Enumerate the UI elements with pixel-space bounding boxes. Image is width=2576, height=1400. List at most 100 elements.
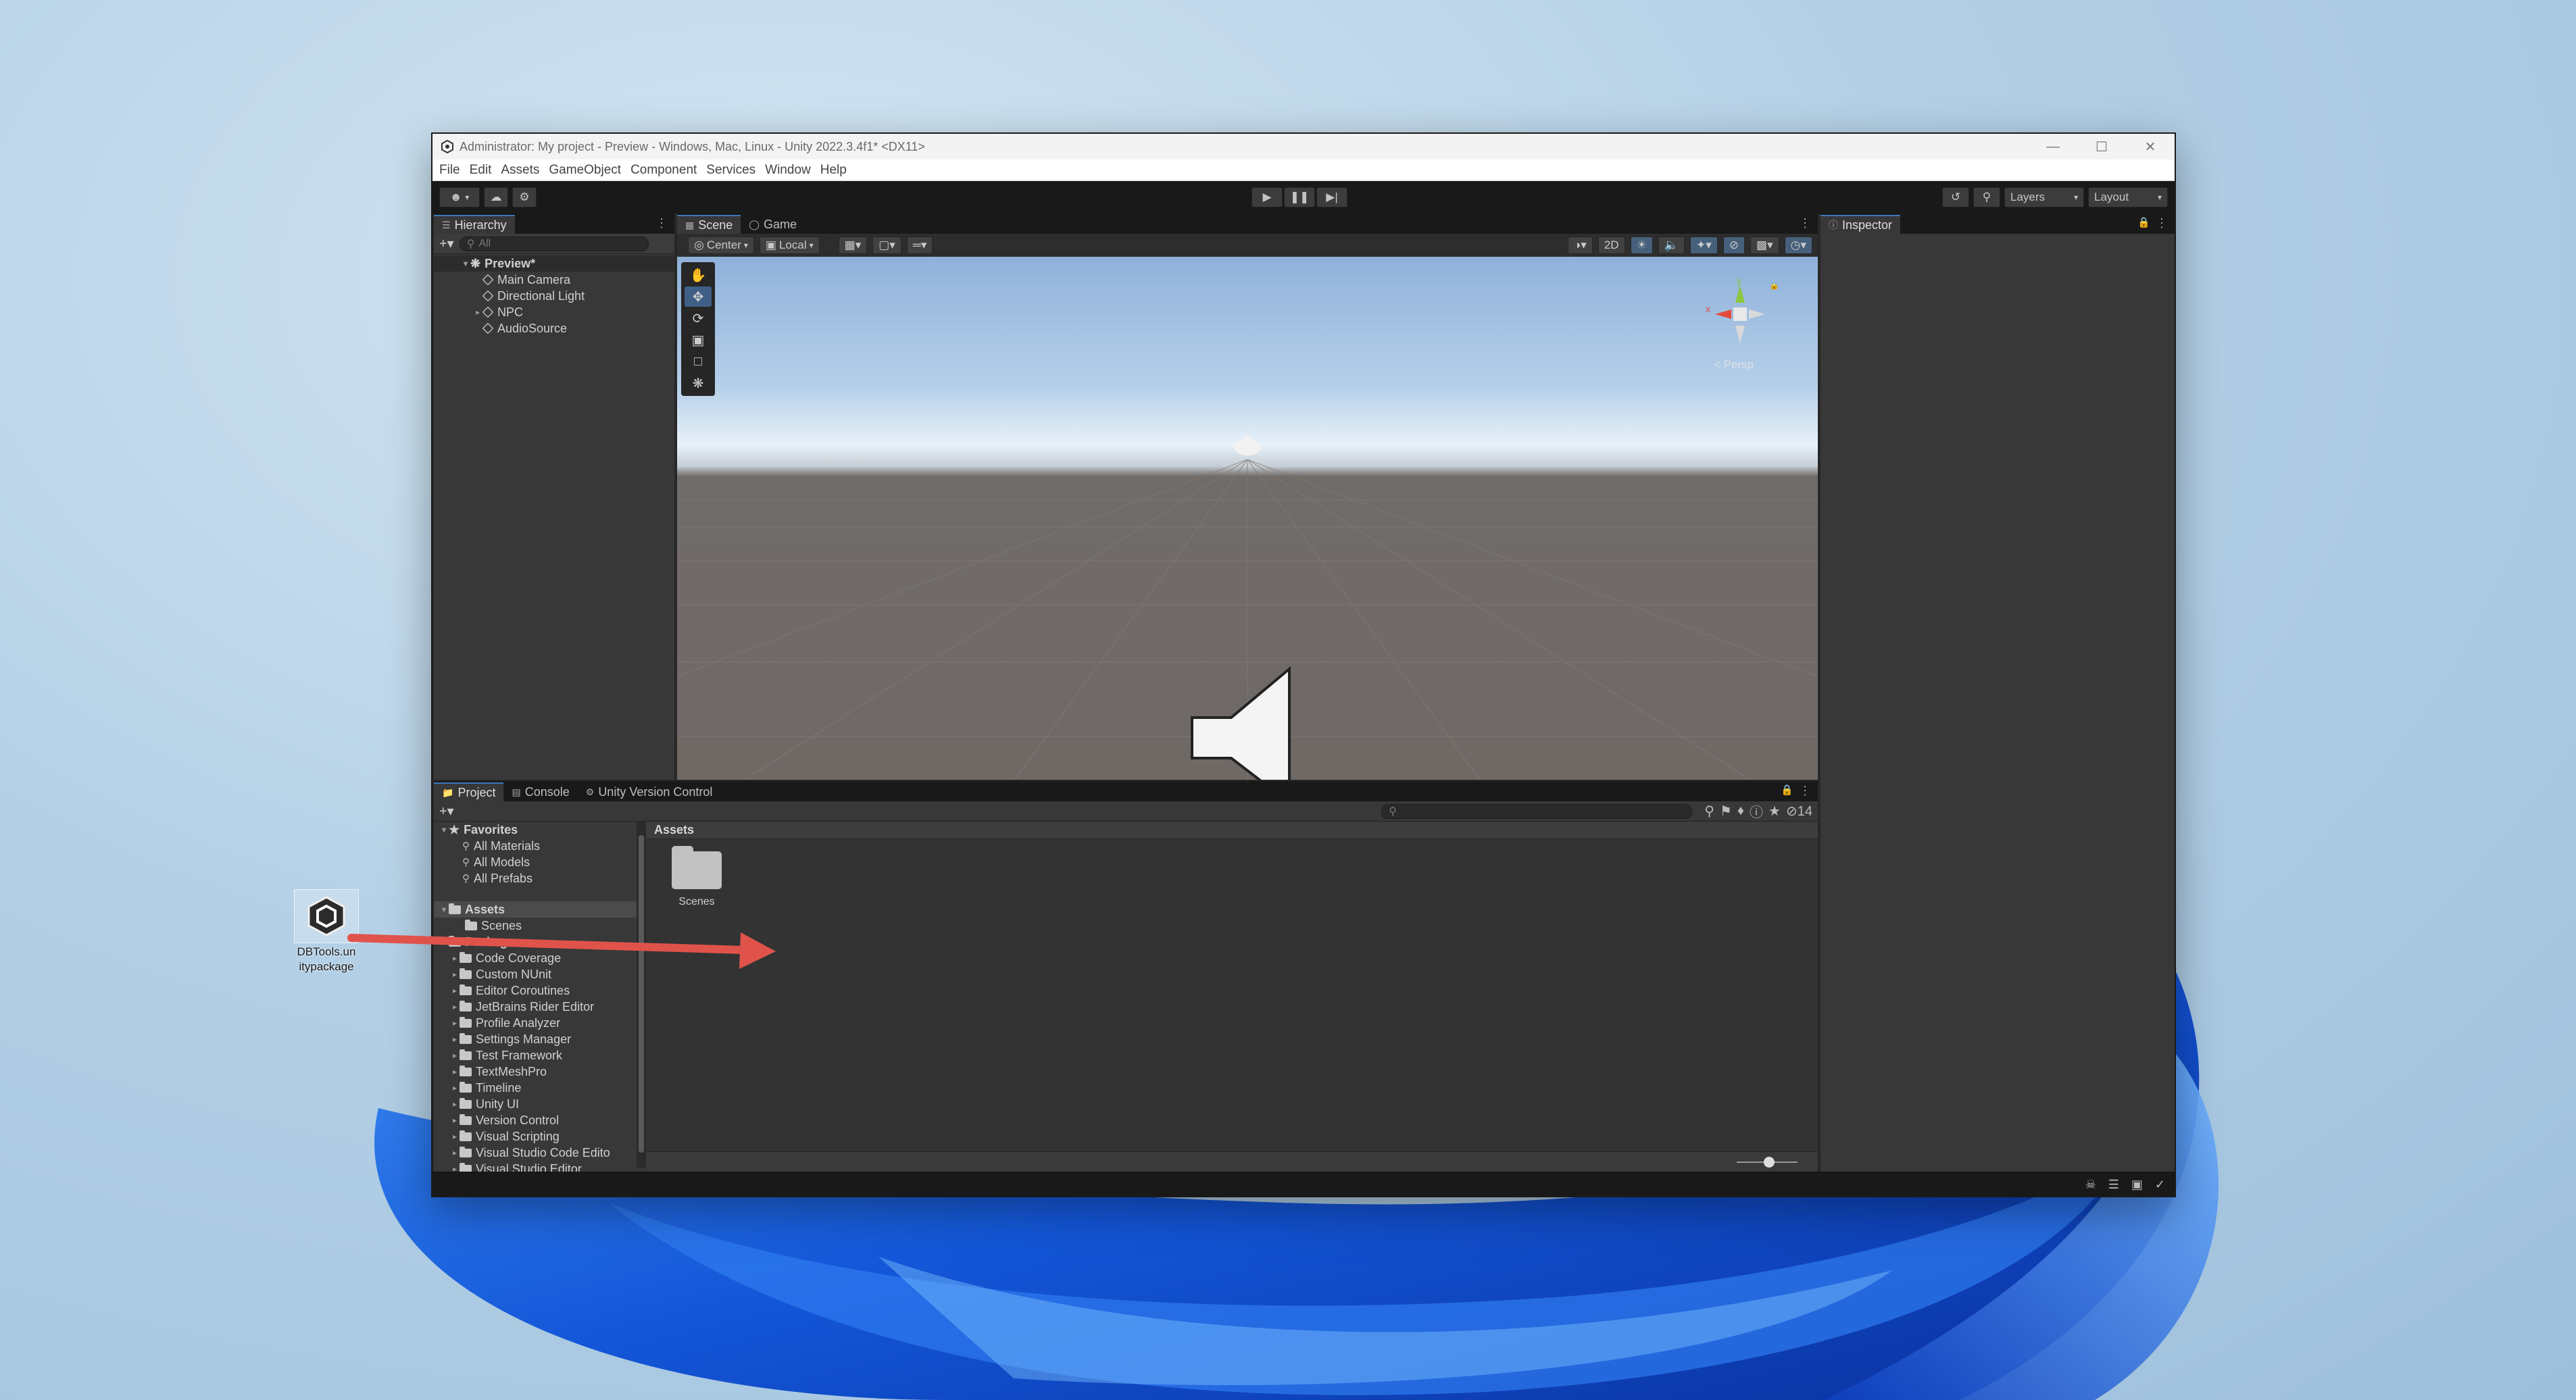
package-item[interactable]: ▸ Version Control [434,1112,637,1128]
ruler-button[interactable]: ═▾ [906,236,933,254]
menu-component[interactable]: Component [630,163,697,178]
title-bar[interactable]: Administrator: My project - Preview - Wi… [432,134,2175,159]
menu-help[interactable]: Help [820,163,847,178]
network-icon[interactable]: ▣ [2131,1178,2143,1192]
account-button[interactable]: ☻ ▾ [439,187,480,207]
info-icon[interactable]: ⓘ [1750,801,1763,821]
favorites-row[interactable]: ▾ ★ Favorites [434,822,637,838]
close-button[interactable]: ✕ [2126,134,2175,159]
more-options-icon[interactable]: ⋮ [2156,216,2168,230]
pivot-dropdown[interactable]: ◎ Center ▾ [688,236,754,254]
hierarchy-search-input[interactable]: ⚲ All [459,236,649,251]
package-item[interactable]: ▸ Custom NUnit [434,966,637,982]
more-options-icon[interactable]: ⋮ [655,216,668,230]
rotate-tool-icon[interactable]: ⟳ [685,308,712,328]
menu-services[interactable]: Services [706,163,756,178]
expand-arrow-icon[interactable]: ▸ [450,953,460,963]
expand-arrow-icon[interactable]: ▾ [439,825,449,834]
search-by-type-icon[interactable]: ⚲ [1704,803,1714,820]
hierarchy-item[interactable]: Directional Light [434,288,674,304]
more-options-icon[interactable]: ⋮ [1799,784,1811,798]
package-item[interactable]: ▸ Timeline [434,1080,637,1096]
layers-dropdown[interactable]: Layers ▾ [2004,187,2084,207]
create-button[interactable]: +▾ [439,235,454,252]
gizmos-button[interactable]: ◷▾ [1784,236,1812,254]
package-item[interactable]: ▸ Visual Scripting [434,1128,637,1145]
bug-icon[interactable]: ☠ [2085,1178,2096,1192]
move-tool-icon[interactable]: ✥ [685,286,712,307]
hierarchy-item[interactable]: Main Camera [434,272,674,288]
rect-tool-icon[interactable]: □ [685,351,712,372]
search-button[interactable]: ⚲ [1973,187,2000,207]
tab-game[interactable]: ◯ Game [741,215,805,234]
expand-arrow-icon[interactable]: ▸ [450,1132,460,1141]
menu-gameobject[interactable]: GameObject [549,163,621,178]
expand-arrow-icon[interactable]: ▸ [450,1018,460,1028]
expand-arrow-icon[interactable]: ▾ [439,937,449,947]
stack-icon[interactable]: ☰ [2108,1178,2119,1192]
hierarchy-item[interactable]: ▸ NPC [434,304,674,320]
menu-file[interactable]: File [439,163,460,178]
assets-row[interactable]: ▾ Assets [434,901,637,918]
package-item[interactable]: ▸ Test Framework [434,1047,637,1064]
expand-arrow-icon[interactable]: ▸ [473,307,482,317]
draw-mode-button[interactable]: ◑▾ [1568,236,1593,254]
star-icon[interactable]: ★ [1768,803,1781,820]
package-item[interactable]: ▸ Visual Studio Editor [434,1161,637,1172]
package-item[interactable]: ▸ Code Coverage [434,950,637,966]
menu-window[interactable]: Window [765,163,811,178]
project-tree-scrollbar[interactable] [637,822,646,1168]
package-item[interactable]: ▸ Profile Analyzer [434,1015,637,1031]
breadcrumb[interactable]: Assets [646,822,1818,839]
lighting-toggle[interactable]: ☀ [1630,236,1653,254]
favorite-item[interactable]: ⚲ All Materials [434,838,637,854]
layout-dropdown[interactable]: Layout ▾ [2088,187,2168,207]
tab-console[interactable]: ▤ Console [503,782,577,801]
expand-arrow-icon[interactable]: ▸ [450,1164,460,1172]
hidden-objects-toggle[interactable]: ⊘ [1723,236,1745,254]
menu-assets[interactable]: Assets [501,163,539,178]
expand-arrow-icon[interactable]: ▸ [450,986,460,995]
icon-size-slider[interactable] [1737,1157,1798,1168]
hand-tool-icon[interactable]: ✋ [685,265,712,285]
snap-increment-button[interactable]: ▢▾ [872,236,901,254]
services-button[interactable]: ⚙ [512,187,537,207]
tab-project[interactable]: 📁 Project [434,782,504,801]
step-button[interactable]: ▶| [1316,187,1347,207]
check-circle-icon[interactable]: ✓ [2155,1178,2165,1192]
scene-viewport[interactable]: ✋ ✥ ⟳ ▣ □ ❋ y x 🔒 < Persp [677,257,1818,780]
maximize-button[interactable]: ☐ [2077,134,2126,159]
transform-tool-icon[interactable]: ❋ [685,373,712,393]
expand-arrow-icon[interactable]: ▸ [450,1002,460,1011]
package-item[interactable]: ▸ Settings Manager [434,1031,637,1047]
package-item[interactable]: ▸ Editor Coroutines [434,982,637,999]
expand-arrow-icon[interactable]: ▸ [450,1116,460,1125]
asset-folder-tile[interactable]: Scenes [666,846,727,908]
hidden-packages-button[interactable]: ⊘14 [1786,803,1812,820]
more-options-icon[interactable]: ⋮ [1799,216,1811,230]
tab-scene[interactable]: ▦ Scene [677,215,741,234]
tab-version-control[interactable]: ⚙ Unity Version Control [578,782,721,801]
package-item[interactable]: ▸ JetBrains Rider Editor [434,999,637,1015]
package-item[interactable]: ▸ Visual Studio Code Edito [434,1145,637,1161]
package-item[interactable]: ▸ Unity UI [434,1096,637,1112]
projection-label[interactable]: < Persp [1714,358,1754,372]
directional-light-gizmo-icon[interactable] [1231,434,1264,458]
scene-orientation-gizmo-icon[interactable]: y x 🔒 [1703,277,1777,358]
audio-source-gizmo-icon[interactable] [1177,647,1293,780]
project-search-input[interactable]: ⚲ [1381,803,1693,819]
lock-icon[interactable]: 🔒 [2137,216,2150,228]
expand-arrow-icon[interactable]: ▸ [450,1067,460,1076]
grid-snap-button[interactable]: ▦▾ [838,236,868,254]
favorite-item[interactable]: ⚲ All Models [434,854,637,870]
desktop-unitypackage-icon[interactable]: DBTools.un itypackage [289,889,364,974]
minimize-button[interactable]: — [2029,134,2077,159]
packages-row[interactable]: ▾ Packages [434,934,637,950]
expand-arrow-icon[interactable]: ▸ [450,1034,460,1044]
project-assets-view[interactable]: Assets Scenes [646,822,1818,1151]
favorite-item[interactable]: ⚲ All Prefabs [434,870,637,886]
hierarchy-item[interactable]: AudioSource [434,320,674,336]
expand-arrow-icon[interactable]: ▸ [450,1051,460,1060]
lock-icon[interactable]: 🔒 [1781,784,1793,796]
expand-arrow-icon[interactable]: ▾ [439,905,449,914]
